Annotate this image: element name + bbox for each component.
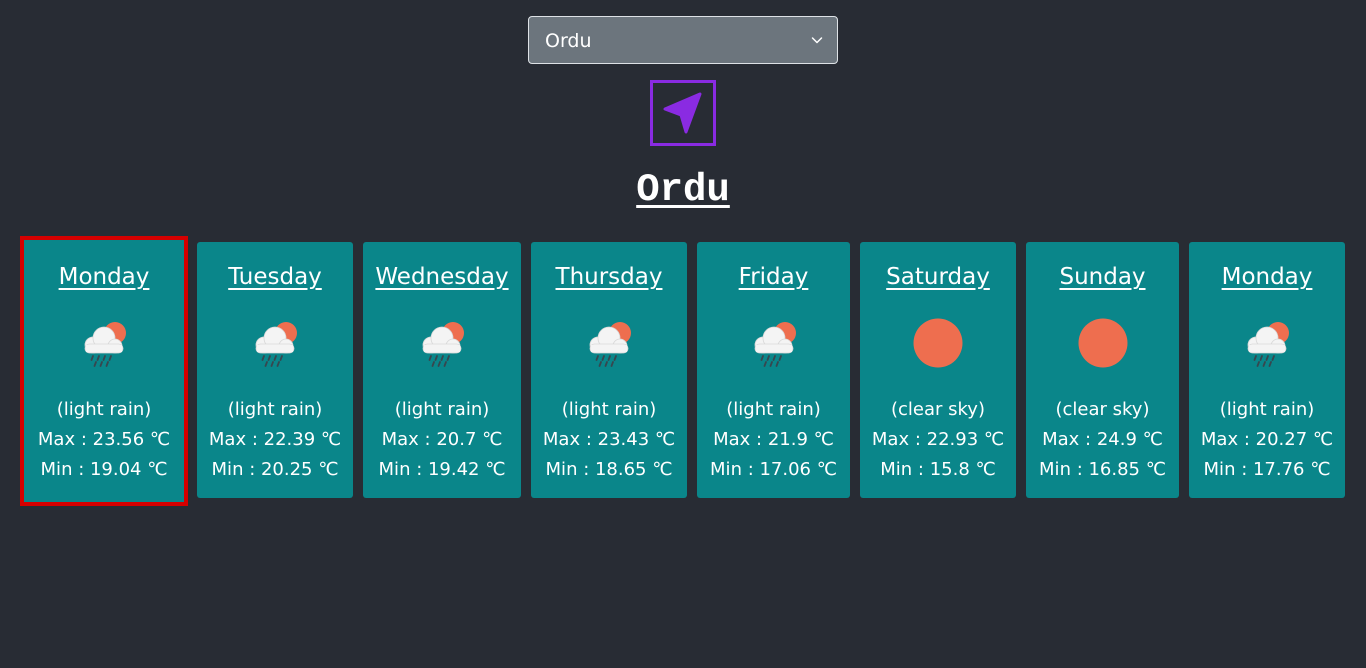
weather-description: (light rain) <box>227 399 323 420</box>
max-temperature: Max : 24.9 ℃ <box>1042 429 1163 450</box>
light-rain-icon <box>1240 316 1294 370</box>
day-card[interactable]: Thursday (light rain) Max : 23.43 ℃ Min : … <box>531 242 687 498</box>
max-temperature: Max : 23.43 ℃ <box>542 429 676 450</box>
day-card[interactable]: Tuesday (light rain) Max : 22.39 ℃ Min : 2… <box>197 242 353 498</box>
max-temperature: Max : 23.56 ℃ <box>37 429 171 450</box>
min-temperature: Min : 19.04 ℃ <box>40 459 168 480</box>
max-temperature: Max : 20.7 ℃ <box>381 429 503 450</box>
day-card[interactable]: Saturday (clear sky) Max : 22.93 ℃ Min : 1… <box>860 242 1016 498</box>
day-name: Tuesday <box>228 264 322 290</box>
min-temperature: Min : 17.76 ℃ <box>1203 459 1331 480</box>
day-name: Monday <box>1221 264 1313 290</box>
weather-description: (light rain) <box>56 399 152 420</box>
light-rain-icon <box>77 316 131 370</box>
chevron-down-icon <box>811 37 823 44</box>
weather-description: (clear sky) <box>1055 399 1150 420</box>
light-rain-icon <box>747 316 801 370</box>
city-select[interactable]: Ordu <box>528 16 838 64</box>
min-temperature: Min : 15.8 ℃ <box>880 459 996 480</box>
weather-description: (light rain) <box>561 399 657 420</box>
light-rain-icon <box>248 316 302 370</box>
day-name: Wednesday <box>375 264 509 290</box>
weather-description: (light rain) <box>1219 399 1315 420</box>
day-name: Monday <box>58 264 150 290</box>
day-card[interactable]: Monday (light rain) Max : 23.56 ℃ Min : 19… <box>20 236 188 506</box>
weather-description: (clear sky) <box>891 399 985 420</box>
day-name: Sunday <box>1059 264 1146 290</box>
light-rain-icon <box>415 316 469 370</box>
max-temperature: Max : 22.39 ℃ <box>208 429 342 450</box>
day-name: Thursday <box>555 264 663 290</box>
min-temperature: Min : 19.42 ℃ <box>378 459 506 480</box>
min-temperature: Min : 20.25 ℃ <box>211 459 339 480</box>
day-card[interactable]: Sunday (clear sky) Max : 24.9 ℃ Min : 16.8… <box>1026 242 1179 498</box>
city-title: Ordu <box>636 168 730 212</box>
max-temperature: Max : 20.27 ℃ <box>1200 429 1334 450</box>
light-rain-icon <box>582 316 636 370</box>
day-card[interactable]: Friday (light rain) Max : 21.9 ℃ Min : 17.… <box>697 242 850 498</box>
weather-description: (light rain) <box>394 399 490 420</box>
day-card[interactable]: Wednesday (light rain) Max : 20.7 ℃ Min : … <box>363 242 521 498</box>
min-temperature: Min : 18.65 ℃ <box>545 459 673 480</box>
navigation-arrow-icon <box>663 92 702 134</box>
day-name: Friday <box>738 264 809 290</box>
weather-description: (light rain) <box>726 399 821 420</box>
weather-page: Ordu Ordu Monday (light rain) Max : 23.5… <box>0 0 1366 668</box>
clear-sky-icon <box>911 316 965 370</box>
max-temperature: Max : 22.93 ℃ <box>871 429 1005 450</box>
min-temperature: Min : 17.06 ℃ <box>710 459 837 480</box>
day-card[interactable]: Monday (light rain) Max : 20.27 ℃ Min : 17… <box>1189 242 1345 498</box>
locate-me-button[interactable] <box>650 80 716 146</box>
city-select-value: Ordu <box>545 30 592 52</box>
min-temperature: Min : 16.85 ℃ <box>1039 459 1166 480</box>
max-temperature: Max : 21.9 ℃ <box>713 429 834 450</box>
clear-sky-icon <box>1076 316 1130 370</box>
day-name: Saturday <box>886 264 990 290</box>
